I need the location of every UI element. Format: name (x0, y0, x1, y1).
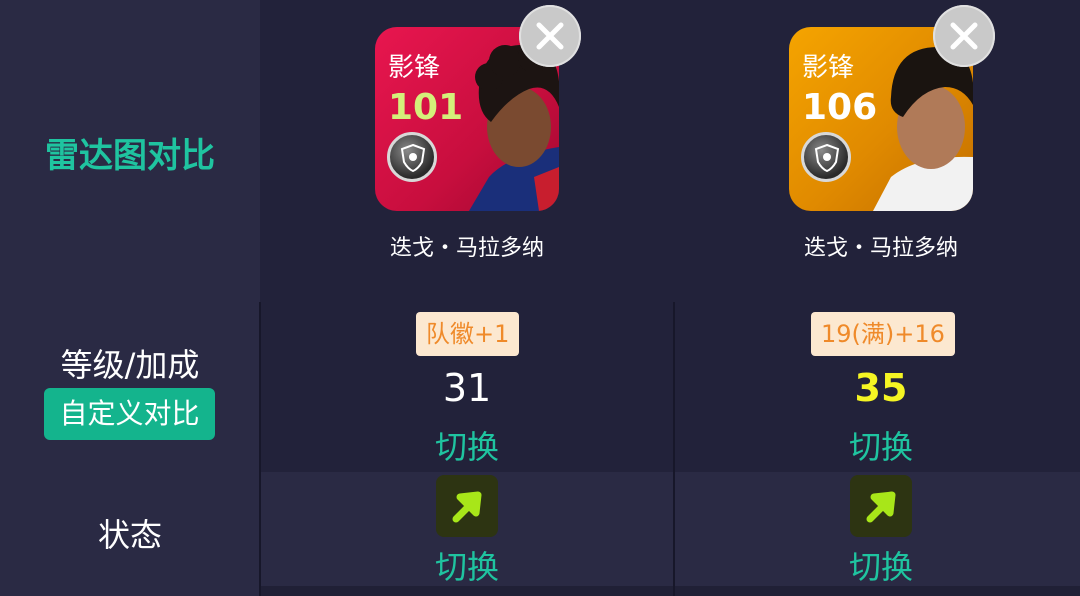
club-badge-icon (801, 132, 851, 182)
state-indicator[interactable] (850, 475, 912, 537)
bonus-tag: 19(满)+16 (811, 312, 955, 356)
level-label-cell (0, 302, 260, 472)
club-badge-icon (387, 132, 437, 182)
player-position: 影锋 (388, 53, 441, 83)
switch-level-button[interactable]: 切换 (781, 422, 981, 468)
arrow-up-right-icon (452, 491, 482, 523)
player-name: 迭戈・马拉多纳 (389, 236, 544, 261)
column-divider (673, 302, 675, 596)
close-icon (536, 22, 564, 50)
switch-state-button[interactable]: 切换 (367, 542, 567, 588)
player-rating: 106 (802, 87, 878, 128)
player-name: 迭戈・马拉多纳 (803, 236, 958, 261)
player-position: 影锋 (802, 53, 855, 83)
switch-state-button[interactable]: 切换 (781, 542, 981, 588)
close-icon (950, 22, 978, 50)
switch-level-button[interactable]: 切换 (367, 422, 567, 468)
player-rating: 101 (388, 87, 464, 128)
arrow-up-right-icon (866, 491, 896, 523)
level-value: 31 (442, 366, 492, 410)
custom-compare-button[interactable]: 自定义对比 (44, 388, 215, 440)
level-value: 35 (854, 366, 908, 410)
bonus-tag: 队徽+1 (416, 312, 520, 356)
state-indicator[interactable] (436, 475, 498, 537)
level-bonus-title: 等级/加成 (60, 346, 200, 384)
state-title: 状态 (97, 516, 162, 554)
remove-player-button[interactable] (519, 5, 581, 67)
radar-compare-title[interactable]: 雷达图对比 (0, 128, 260, 177)
remove-player-button[interactable] (933, 5, 995, 67)
